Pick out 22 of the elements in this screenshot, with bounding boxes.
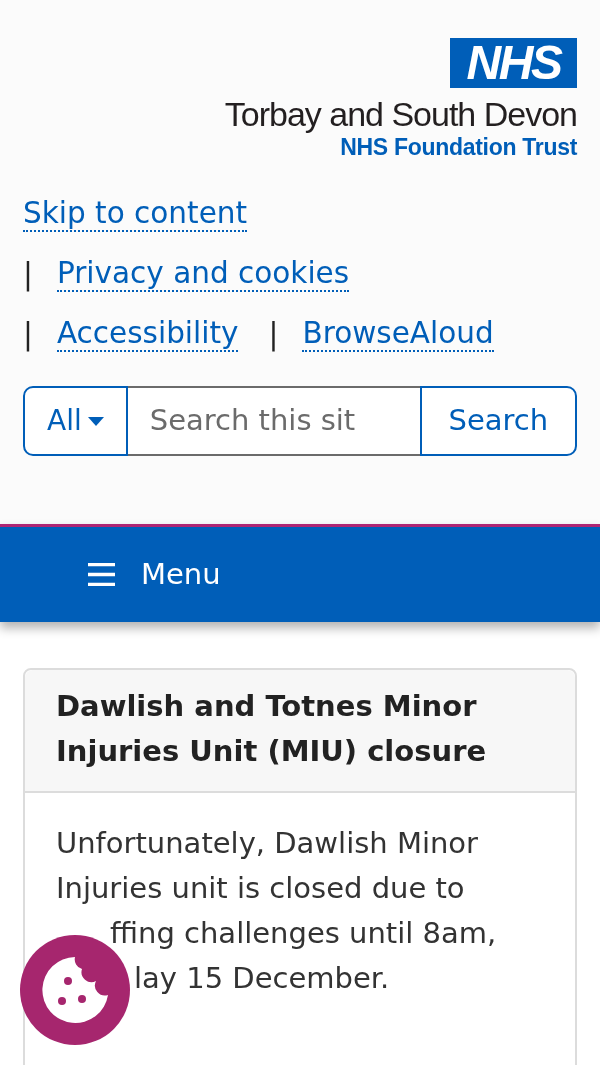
caret-icon <box>87 416 104 426</box>
header-link[interactable]: Accessibility <box>56 316 239 352</box>
scope-dropdown[interactable]: All <box>23 386 128 456</box>
nhs-logo: NHS <box>450 38 577 88</box>
trust-subtitle: NHS Foundation Trust <box>340 134 577 160</box>
menu-icon <box>88 563 115 586</box>
header-link[interactable]: Skip to content <box>23 196 248 232</box>
search-field[interactable]: Search this sit <box>127 386 420 456</box>
alert-title: Dawlish and Totnes Minor Injuries Unit (MIU) closure <box>25 670 575 793</box>
link-separator: | <box>23 315 33 354</box>
cookie-icon <box>40 955 110 1025</box>
alert-text-line: Unfortunately, Dawlish Minor <box>56 825 478 862</box>
header-link[interactable]: BrowseAloud <box>302 316 494 352</box>
header-link[interactable]: Privacy and cookies <box>56 256 350 292</box>
trust-name: Torbay and South Devon <box>224 94 577 134</box>
search-button[interactable]: Search <box>419 386 577 456</box>
link-separator: | <box>268 315 279 354</box>
menu-button[interactable]: Menu <box>88 552 221 597</box>
link-separator: | <box>23 255 33 294</box>
alert-text-line: ffing challenges until 8am, <box>110 915 497 952</box>
alert-text-line: Injuries unit is closed due to <box>56 870 465 907</box>
alert-text-line: lay 15 December. <box>134 960 390 997</box>
